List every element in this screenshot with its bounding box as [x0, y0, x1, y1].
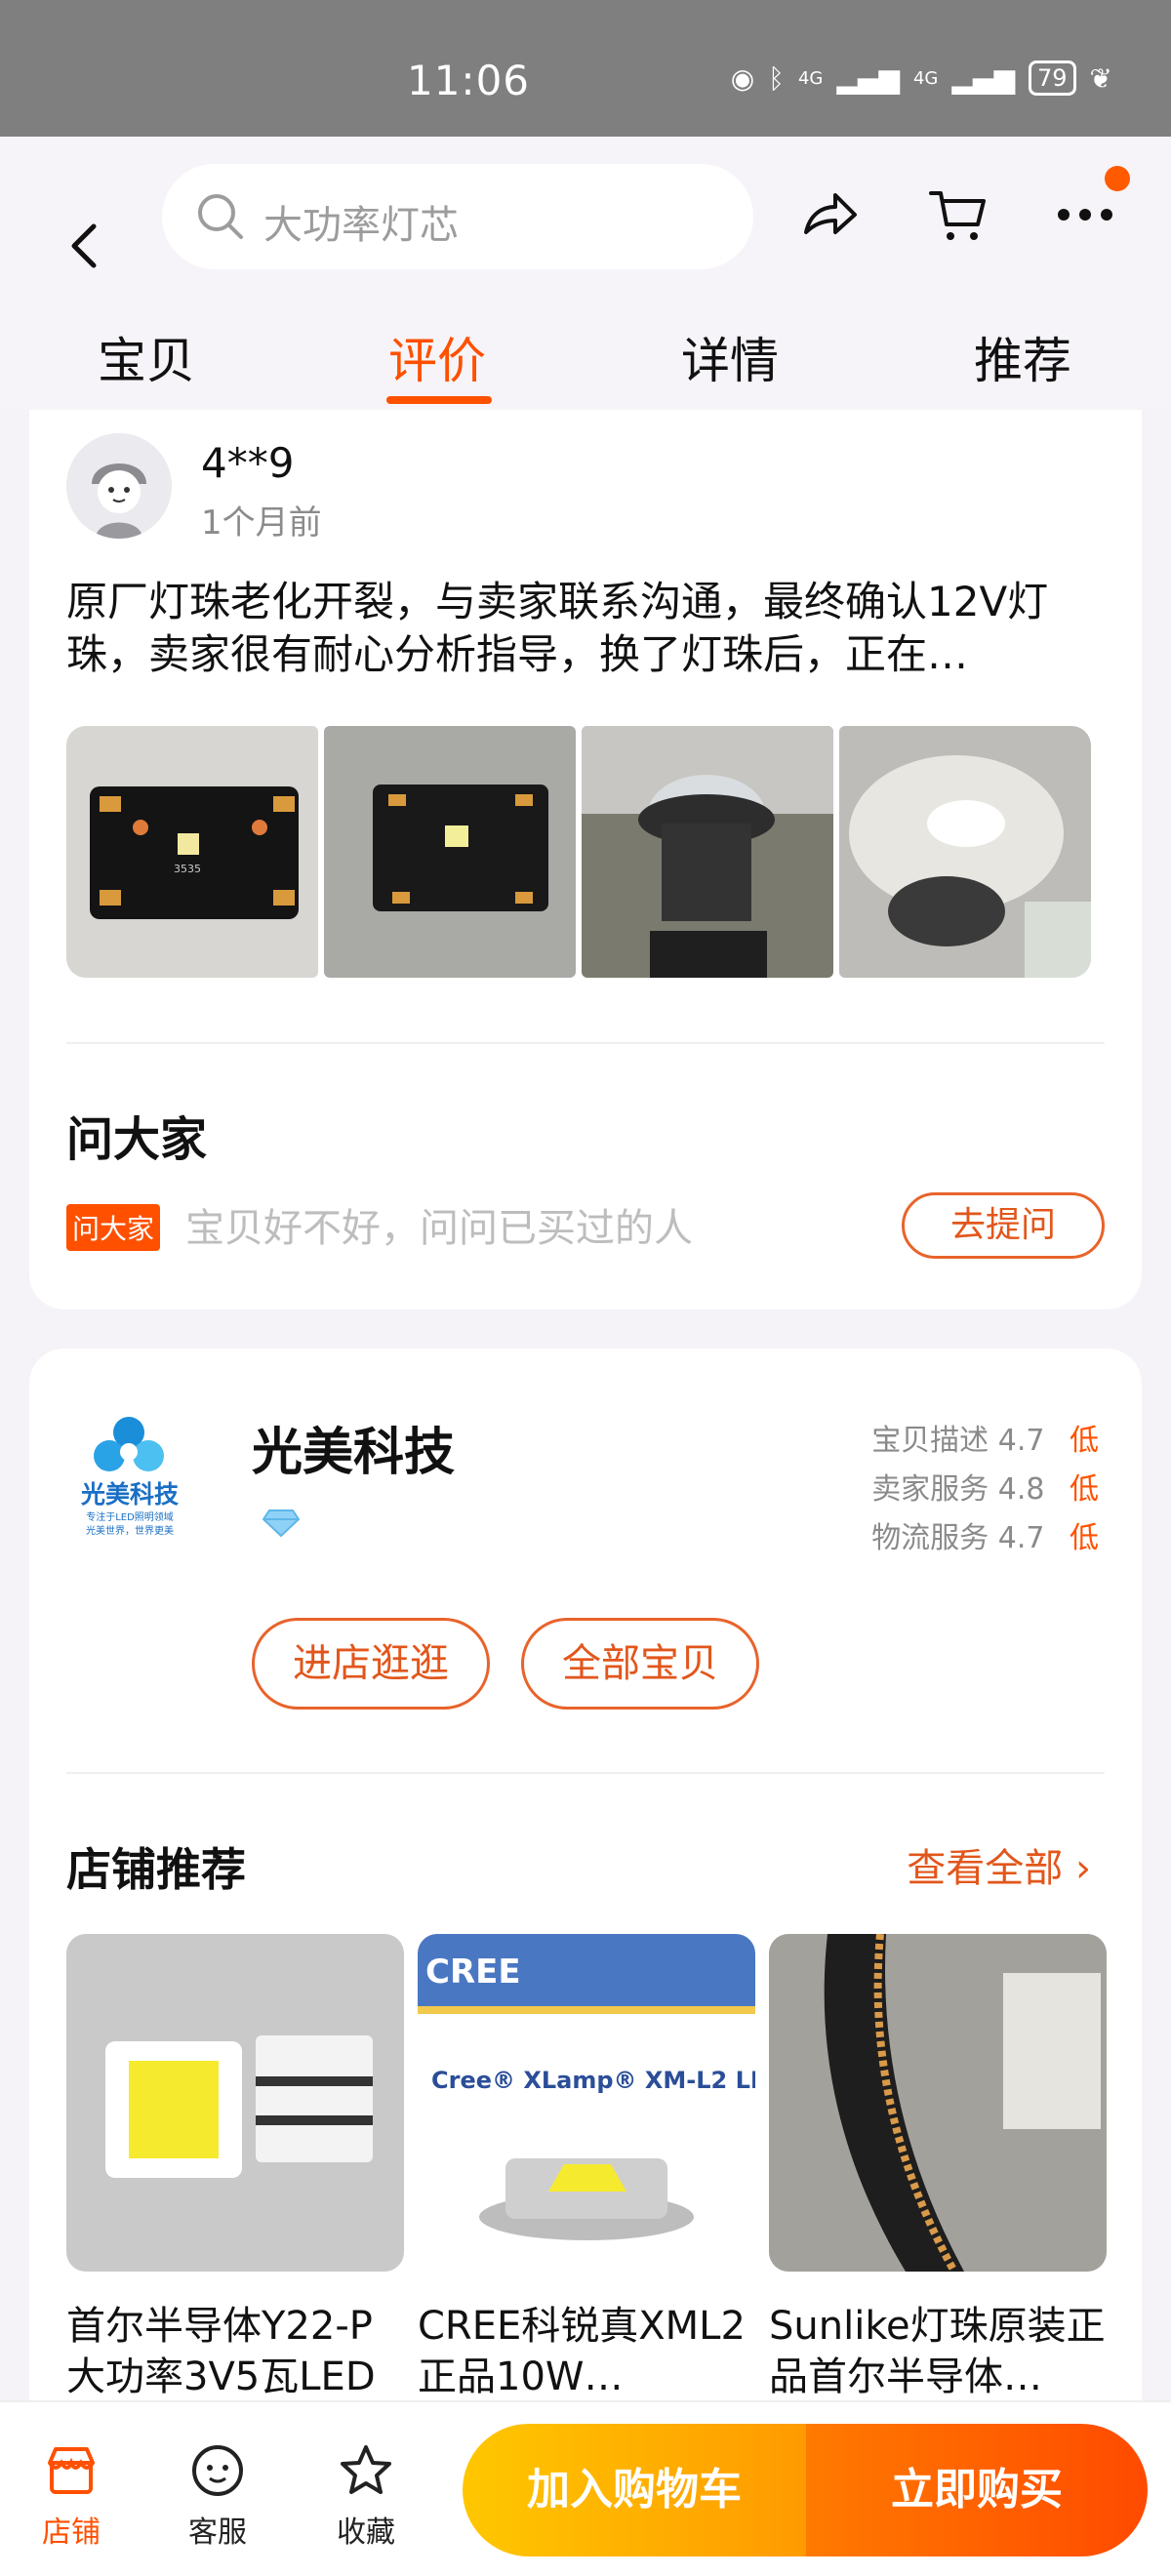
diamond-icon [262, 1509, 301, 1538]
score-value: 4.7 [997, 1521, 1045, 1555]
active-tab-indicator [386, 396, 492, 404]
review-time: 1个月前 [201, 503, 322, 543]
review-image[interactable] [839, 726, 1091, 978]
shop-name[interactable]: 光美科技 [252, 1411, 455, 1484]
review-images: 3535 [66, 726, 1091, 978]
bottom-bar: 店铺 客服 收藏 加入购物车 立即购买 [0, 2400, 1171, 2576]
cart-icon[interactable] [927, 183, 989, 246]
favorite-label: 收藏 [337, 2516, 395, 2550]
network-label-2: 4G [912, 67, 939, 89]
reviewer-name: 4**9 [201, 439, 295, 487]
score-value: 4.7 [997, 1424, 1045, 1458]
product-image[interactable] [769, 1934, 1107, 2272]
view-all-label: 查看全部 [907, 1846, 1064, 1891]
header: 大功率灯芯 宝贝 评价 详情 推荐 [0, 137, 1171, 410]
all-items-button[interactable]: 全部宝贝 [521, 1618, 759, 1710]
shop-logo-text: 光美科技 [80, 1480, 179, 1509]
tab-reviews[interactable]: 评价 [388, 322, 486, 392]
ask-hint[interactable]: 宝贝好不好，问问已买过的人 [185, 1196, 693, 1253]
product-title[interactable]: Sunlike灯珠原装正品首尔半导体… [769, 2301, 1107, 2402]
score-label: 物流服务 [871, 1521, 989, 1555]
share-icon[interactable] [798, 183, 861, 246]
score-level: 低 [1070, 1472, 1099, 1507]
ask-question-button[interactable]: 去提问 [902, 1192, 1105, 1259]
divider [66, 1772, 1105, 1774]
search-placeholder: 大功率灯芯 [263, 203, 459, 248]
store-button[interactable]: 店铺 [27, 2441, 115, 2551]
tab-bar: 宝贝 评价 详情 推荐 [0, 308, 1171, 410]
chat-icon [192, 2445, 243, 2496]
service-button[interactable]: 客服 [174, 2441, 262, 2551]
divider [66, 1042, 1105, 1044]
service-label: 客服 [188, 2516, 247, 2550]
recommend-title: 店铺推荐 [66, 1843, 246, 1896]
score-row: 宝贝描述 4.7 低 [871, 1417, 1099, 1466]
product-banner: CREE [425, 1952, 521, 1992]
recommend-products: 首尔半导体Y22-P大功率3V5瓦LED灯珠 CREE Cree® XLamp®… [66, 1934, 1107, 2402]
product-card[interactable]: Sunlike灯珠原装正品首尔半导体… [769, 1934, 1107, 2402]
shop-logo[interactable]: 光美科技 专注于LED照明领域 光美世界，世界更美 [66, 1413, 193, 1550]
favorite-button[interactable]: 收藏 [322, 2441, 410, 2551]
buy-now-button[interactable]: 立即购买 [806, 2424, 1148, 2556]
search-icon [198, 194, 243, 239]
search-bar[interactable]: 大功率灯芯 [162, 164, 753, 269]
avatar [66, 433, 172, 539]
status-bar: 11:06 ◉ ᛒ 4G ▂▄▆ 4G ▂▄▆ 79 ❦ [0, 0, 1171, 137]
product-title[interactable]: 首尔半导体Y22-P大功率3V5瓦LED灯珠 [66, 2301, 404, 2402]
shop-logo-sub1: 专注于LED照明领域 [86, 1510, 174, 1523]
notification-dot [1105, 166, 1130, 191]
bluetooth-icon: ᛒ [768, 61, 785, 95]
store-label: 店铺 [42, 2516, 101, 2550]
battery-icon: 79 [1028, 60, 1076, 96]
review-image[interactable] [324, 726, 576, 978]
network-label-1: 4G [797, 67, 824, 89]
thumb-label: 3535 [174, 863, 201, 875]
score-level: 低 [1070, 1521, 1099, 1555]
enter-shop-button[interactable]: 进店逛逛 [252, 1618, 490, 1710]
tab-recommend[interactable]: 推荐 [974, 322, 1071, 392]
ask-section-title: 问大家 [66, 1112, 208, 1167]
ask-badge: 问大家 [66, 1204, 161, 1251]
add-to-cart-button[interactable]: 加入购物车 [463, 2424, 806, 2556]
tab-details[interactable]: 详情 [681, 322, 779, 392]
score-row: 卖家服务 4.8 低 [871, 1466, 1099, 1514]
store-icon [48, 2447, 95, 2494]
more-icon[interactable] [1054, 183, 1116, 246]
review-card: 4**9 1个月前 原厂灯珠老化开裂，与卖家联系沟通，最终确认12V灯珠，卖家很… [29, 410, 1142, 1309]
score-label: 宝贝描述 [871, 1424, 989, 1458]
leaf-icon: ❦ [1089, 61, 1112, 95]
product-image[interactable] [66, 1934, 404, 2272]
review-image[interactable] [582, 726, 833, 978]
product-card[interactable]: 首尔半导体Y22-P大功率3V5瓦LED灯珠 [66, 1934, 404, 2402]
score-level: 低 [1070, 1424, 1099, 1458]
shop-scores: 宝贝描述 4.7 低 卖家服务 4.8 低 物流服务 4.7 低 [871, 1417, 1099, 1563]
product-title[interactable]: CREE科锐真XML2正品10W… [418, 2301, 755, 2402]
product-image[interactable]: CREE Cree® XLamp® XM-L2 LEDs [418, 1934, 755, 2272]
star-icon [341, 2445, 391, 2494]
view-all-link[interactable]: 查看全部 › [907, 1836, 1091, 1893]
shop-card: 光美科技 专注于LED照明领域 光美世界，世界更美 光美科技 宝贝描述 4.7 … [29, 1348, 1142, 2422]
review-text[interactable]: 原厂灯珠老化开裂，与卖家联系沟通，最终确认12V灯珠，卖家很有耐心分析指导，换了… [66, 576, 1101, 681]
product-subtitle: Cree® XLamp® XM-L2 LEDs [431, 2067, 755, 2094]
tab-item[interactable]: 宝贝 [98, 322, 195, 392]
status-icons: ◉ ᛒ 4G ▂▄▆ 4G ▂▄▆ 79 ❦ [731, 60, 1112, 96]
review-image[interactable]: 3535 [66, 726, 318, 978]
product-card[interactable]: CREE Cree® XLamp® XM-L2 LEDs CREE科锐真XML2… [418, 1934, 755, 2402]
signal-icon-2: ▂▄▆ [951, 61, 1015, 95]
eye-icon: ◉ [730, 61, 755, 95]
signal-icon: ▂▄▆ [836, 61, 900, 95]
shop-logo-sub2: 光美世界，世界更美 [86, 1524, 174, 1537]
score-value: 4.8 [997, 1472, 1045, 1507]
chevron-right-icon: › [1075, 1846, 1091, 1891]
chevron-left-icon [71, 223, 97, 268]
back-button[interactable] [64, 187, 103, 304]
score-label: 卖家服务 [871, 1472, 989, 1507]
score-row: 物流服务 4.7 低 [871, 1514, 1099, 1563]
